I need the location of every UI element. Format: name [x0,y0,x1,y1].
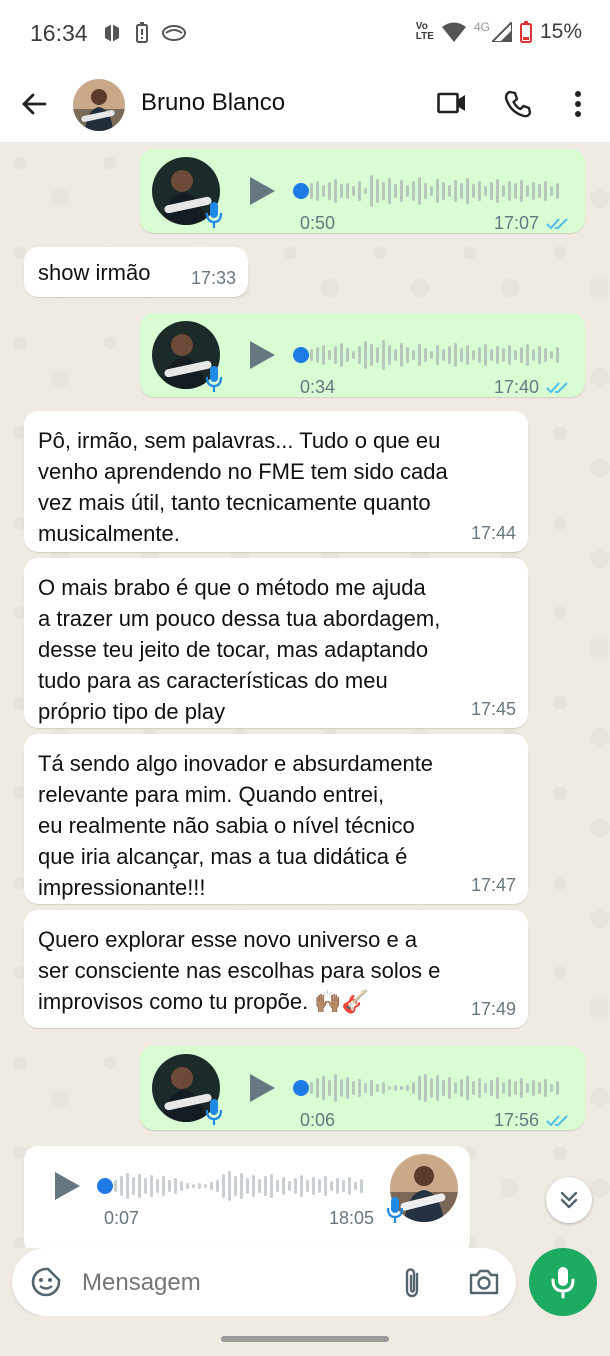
read-receipt-icon [546,382,568,394]
audio-duration: 0:50 [300,213,336,233]
audio-progress-dot[interactable] [293,1080,309,1096]
audio-duration: 0:07 [104,1208,140,1228]
double-chevron-down-icon [560,1191,578,1209]
message-text: Quero explorar esse novo universo e a se… [38,927,441,1014]
voice-call-icon[interactable] [504,90,532,118]
message-time: 17:40 [494,377,540,397]
wifi-icon [441,22,466,42]
chat-header: Bruno Blanco [0,68,610,143]
video-call-icon[interactable] [437,90,467,116]
play-icon[interactable] [247,339,277,371]
audio-progress-dot[interactable] [293,347,309,363]
network-type: 4G [473,20,490,34]
incoming-text-message[interactable]: Tá sendo algo inovador e absurdamente re… [24,734,528,904]
status-time: 16:34 [30,20,88,46]
battery-icon [519,21,532,43]
incoming-text-message[interactable]: O mais brabo é que o método me ajuda a t… [24,558,528,728]
audio-progress-dot[interactable] [97,1178,113,1194]
outgoing-voice-message[interactable]: 0:34 17:40 [140,313,585,397]
status-notification-icons [102,22,186,44]
message-time: 17:45 [470,699,516,719]
audio-waveform[interactable] [308,1070,566,1106]
message-input[interactable] [80,1268,384,1298]
message-list[interactable]: 0:50 17:07 show irmão 17:33 0:34 17:40 P… [0,143,610,1248]
incoming-text-message[interactable]: show irmão 17:33 [24,247,248,297]
message-time: 17:07 [494,213,540,233]
system-navigation-bar [0,1316,610,1356]
status-bar: 16:34 Vo LTE 4G 15% [0,0,610,68]
contact-avatar[interactable] [73,79,125,131]
message-time: 17:33 [190,268,236,288]
message-text: O mais brabo é que o método me ajuda a t… [38,575,441,724]
record-voice-button[interactable] [529,1248,597,1316]
audio-waveform[interactable] [308,337,566,373]
app-notification-icon [105,24,119,42]
mic-icon [551,1267,575,1299]
outgoing-voice-message[interactable]: 0:06 17:56 [140,1046,585,1130]
mic-icon [205,202,223,228]
battery-saver-icon [136,22,148,43]
incoming-voice-message[interactable]: 0:07 18:05 [24,1146,470,1248]
mic-icon [205,366,223,392]
incoming-text-message[interactable]: Pô, irmão, sem palavras... Tudo o que eu… [24,411,528,552]
contact-name[interactable]: Bruno Blanco [141,89,285,117]
attach-icon[interactable] [402,1266,422,1300]
message-time: 17:44 [470,523,516,543]
audio-waveform[interactable] [308,173,566,209]
audio-duration: 0:34 [300,377,336,397]
message-time: 18:05 [329,1208,375,1228]
sticker-emoji-icon[interactable] [30,1266,62,1298]
mic-icon [386,1197,404,1223]
back-arrow-icon[interactable] [20,90,48,118]
message-text: Tá sendo algo inovador e absurdamente re… [38,751,434,900]
audio-duration: 0:06 [300,1110,336,1130]
message-time: 17:56 [494,1110,540,1130]
cloud-app-icon [162,25,186,41]
volte-label: Vo LTE [415,21,434,42]
message-time: 17:49 [470,999,516,1019]
audio-waveform[interactable] [112,1168,372,1204]
battery-percent: 15% [539,20,582,43]
message-text: Pô, irmão, sem palavras... Tudo o que eu… [38,428,448,546]
incoming-text-message[interactable]: Quero explorar esse novo universo e a se… [24,910,528,1028]
message-time: 17:47 [470,875,516,895]
message-text: show irmão [38,260,151,285]
home-gesture-pill[interactable] [221,1336,389,1342]
more-options-icon[interactable] [573,90,583,118]
play-icon[interactable] [247,175,277,207]
play-icon[interactable] [247,1072,277,1104]
play-icon[interactable] [52,1170,82,1202]
camera-icon[interactable] [468,1268,500,1296]
scroll-to-bottom-button[interactable] [546,1177,592,1223]
message-composer [12,1248,516,1316]
status-right-icons: Vo LTE 4G 15% [416,20,582,44]
read-receipt-icon [546,218,568,230]
read-receipt-icon [546,1115,568,1127]
mic-icon [205,1099,223,1125]
outgoing-voice-message[interactable]: 0:50 17:07 [140,149,585,233]
audio-progress-dot[interactable] [293,183,309,199]
signal-icon [491,22,512,42]
